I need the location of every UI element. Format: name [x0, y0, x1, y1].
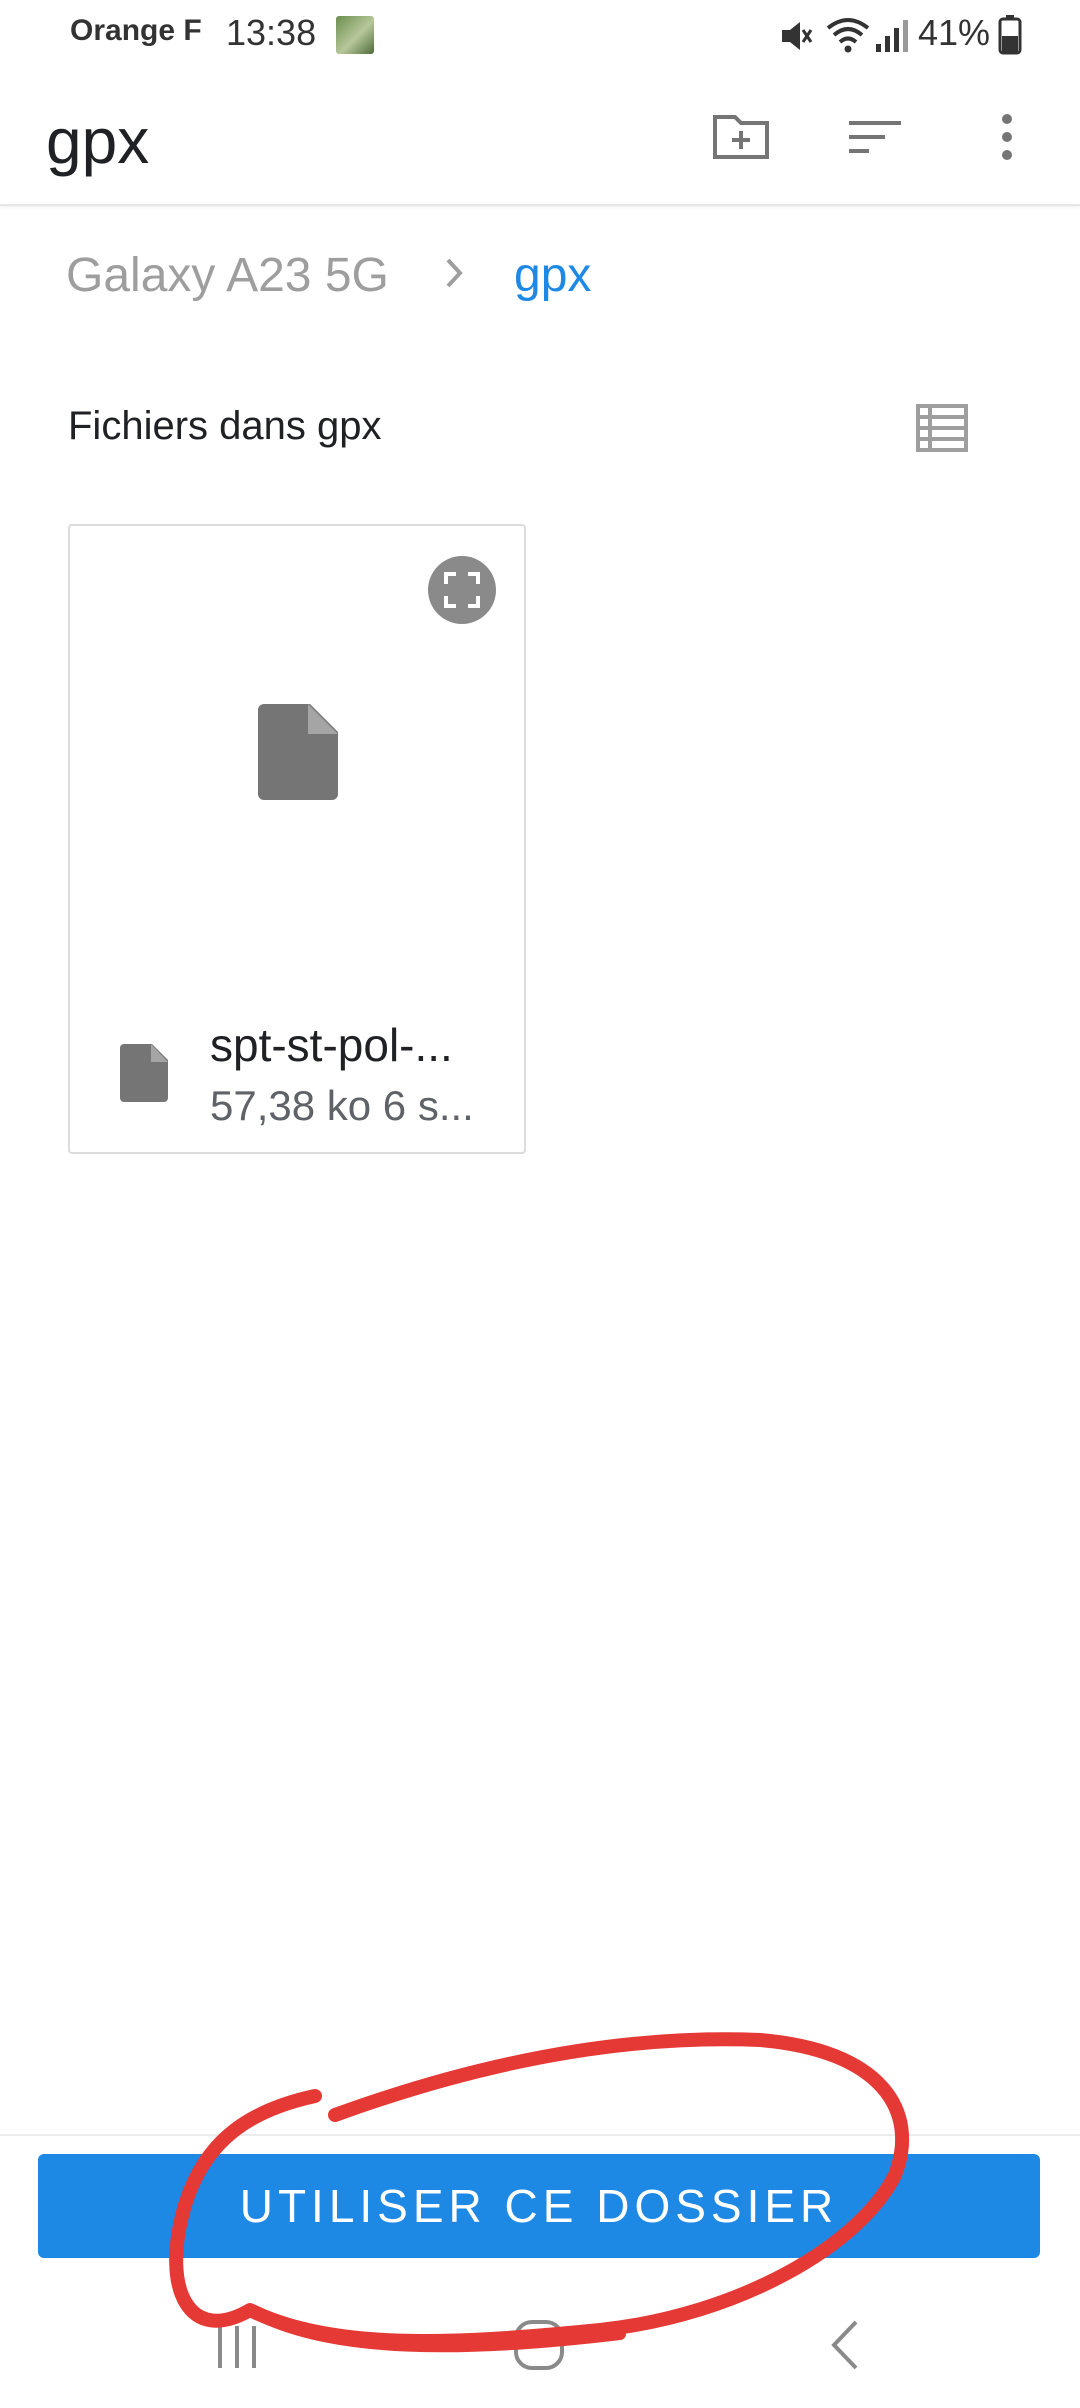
new-folder-button[interactable] — [706, 102, 776, 172]
section-title: Fichiers dans gpx — [68, 404, 382, 448]
home-icon[interactable] — [494, 2310, 584, 2380]
breadcrumb-root[interactable]: Galaxy A23 5G — [66, 248, 389, 303]
use-folder-button[interactable]: UTILISER CE DOSSIER — [38, 2154, 1040, 2258]
sort-button[interactable] — [840, 102, 910, 172]
file-meta: 57,38 ko 6 s... — [210, 1082, 474, 1129]
back-icon[interactable] — [800, 2310, 890, 2380]
fullscreen-icon — [444, 572, 480, 608]
app-title: gpx — [46, 105, 150, 177]
status-time: 13:38 — [226, 12, 317, 53]
list-view-icon — [916, 404, 968, 452]
wifi-icon — [826, 18, 870, 53]
app-bar: gpx — [0, 70, 1080, 206]
more-vert-icon — [1002, 114, 1012, 160]
file-icon — [258, 704, 338, 800]
carrier-label: Orange F — [70, 14, 202, 47]
breadcrumb-current: gpx — [514, 249, 592, 302]
expand-preview-button[interactable] — [428, 556, 496, 624]
more-options-button[interactable] — [972, 102, 1042, 172]
status-bar: Orange F 13:38 41% — [0, 0, 1080, 70]
file-name: spt-st-pol-... — [210, 1019, 453, 1071]
battery-percent: 41% — [918, 12, 991, 53]
bottom-divider — [0, 2134, 1080, 2136]
photo-notification-icon — [336, 16, 374, 54]
chevron-right-icon — [446, 258, 463, 288]
sort-icon — [849, 121, 901, 153]
file-type-icon — [120, 1044, 168, 1102]
new-folder-icon — [713, 115, 769, 159]
file-card[interactable]: spt-st-pol-... 57,38 ko 6 s... — [68, 524, 526, 1154]
signal-icon — [876, 20, 908, 52]
recents-icon[interactable] — [192, 2310, 282, 2380]
annotation-circle — [169, 2032, 910, 2353]
battery-icon — [998, 15, 1022, 55]
list-view-button[interactable] — [912, 400, 972, 456]
mute-icon — [782, 22, 813, 50]
